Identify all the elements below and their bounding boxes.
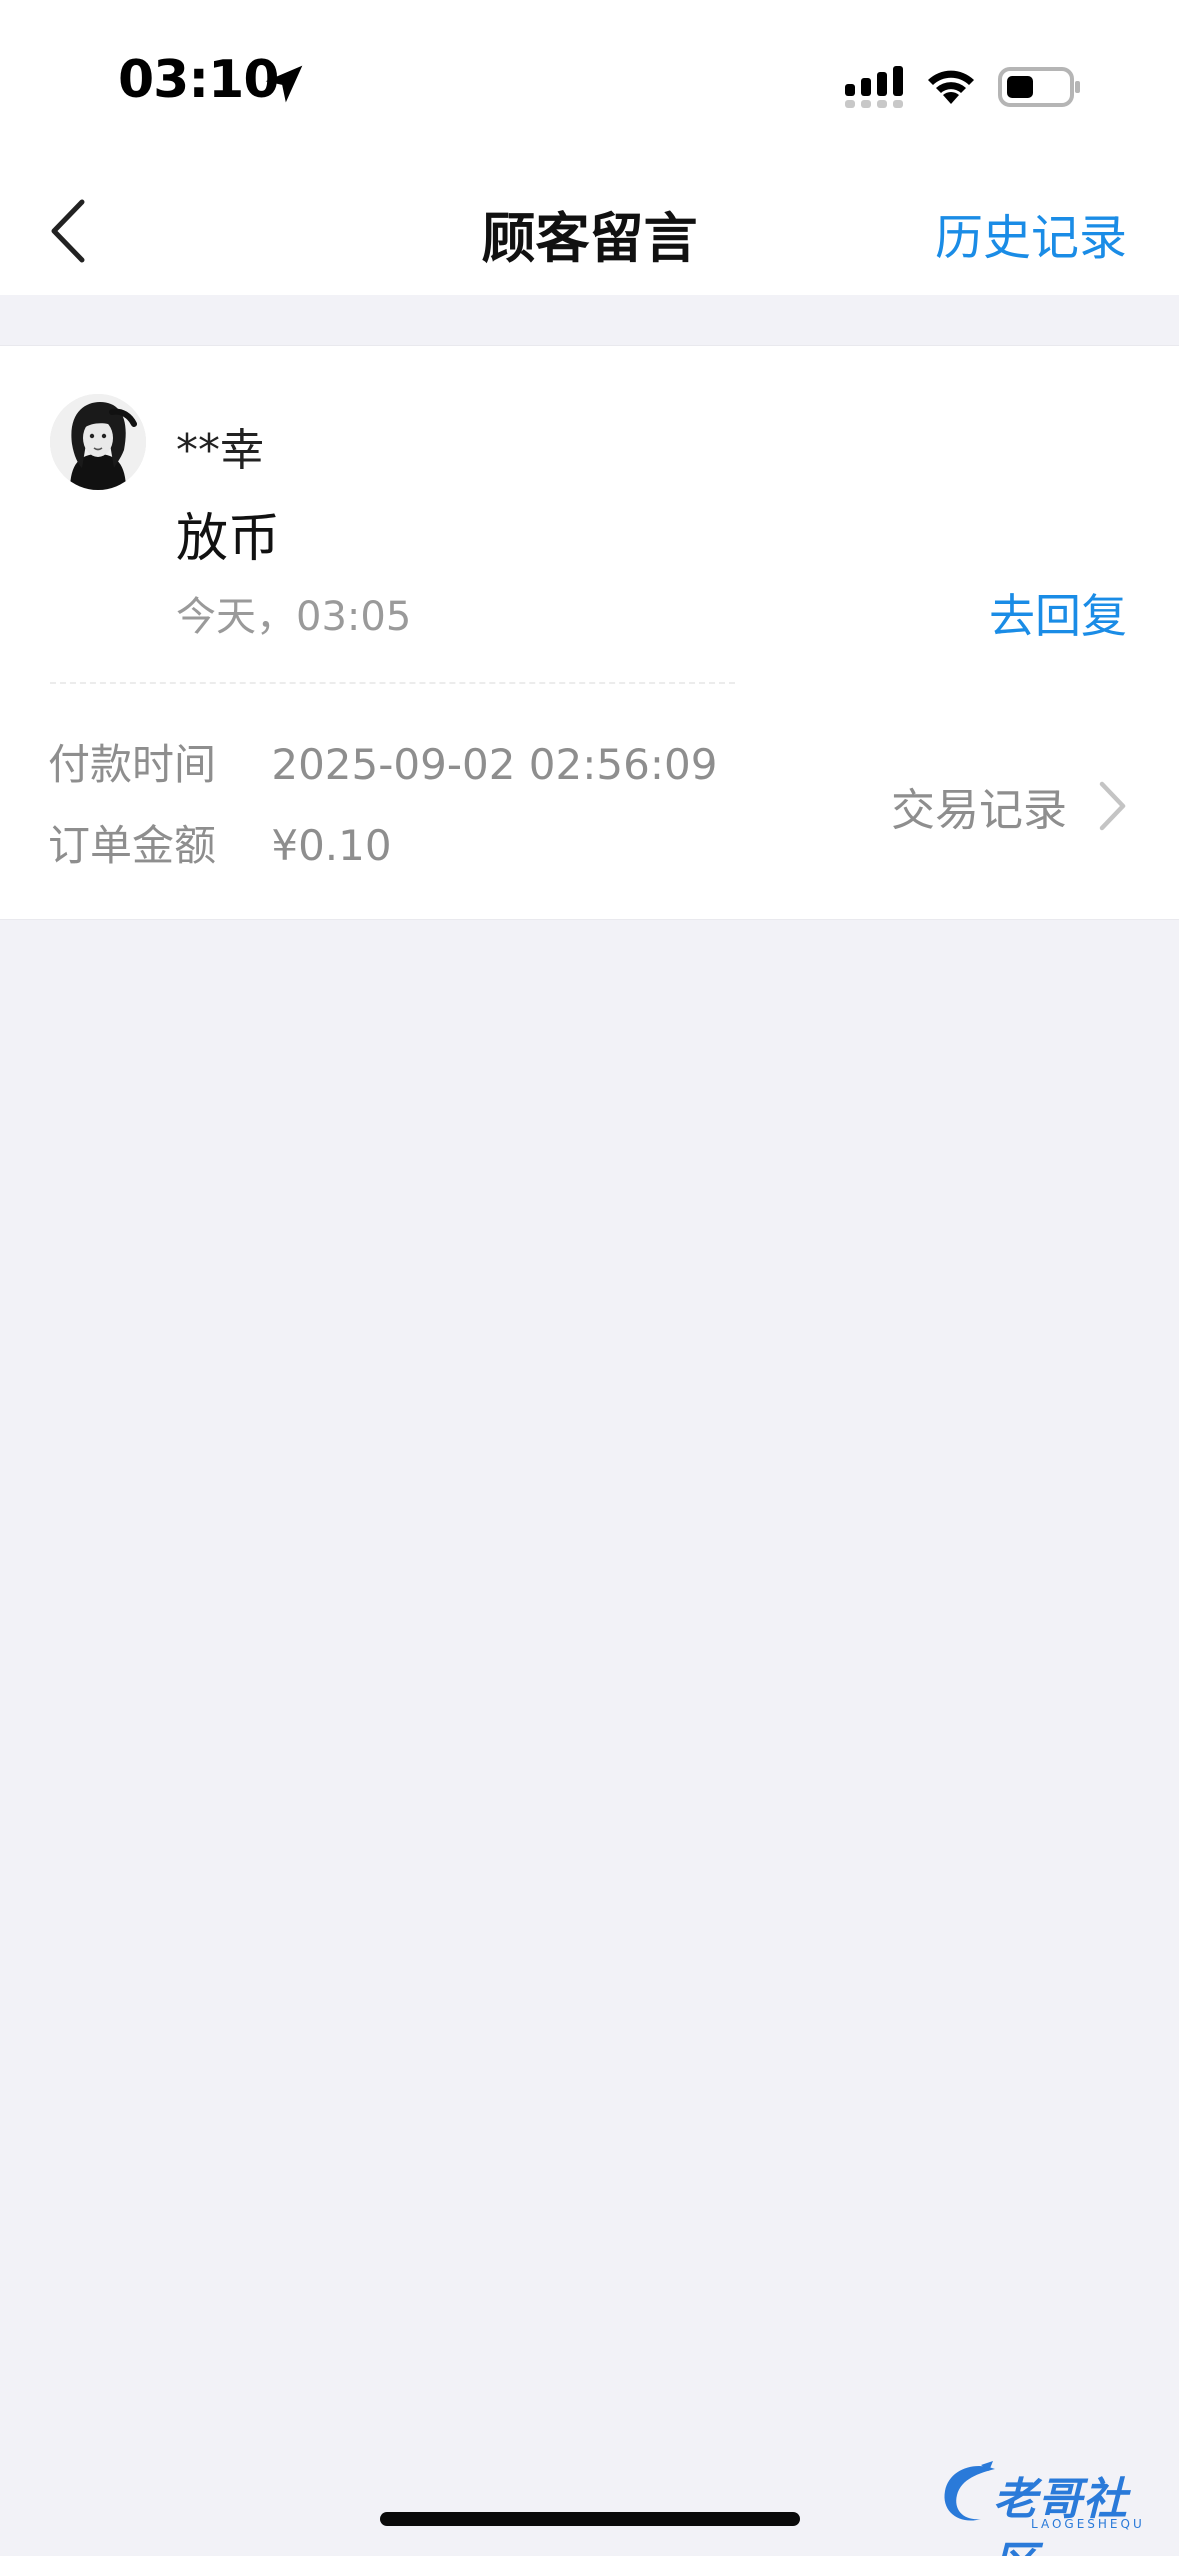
message-timestamp: 今天，03:05 bbox=[176, 594, 412, 640]
order-amount-value: ¥0.10 bbox=[271, 821, 392, 870]
status-time: 03:10 bbox=[118, 50, 280, 110]
status-bar: 03:10 bbox=[0, 0, 1179, 160]
order-amount-row: 订单金额 ¥0.10 bbox=[48, 812, 392, 873]
avatar-portrait-icon bbox=[50, 394, 146, 490]
battery-icon bbox=[998, 67, 1080, 107]
home-indicator[interactable] bbox=[380, 2512, 800, 2526]
customer-username: **幸 bbox=[176, 425, 264, 476]
avatar[interactable] bbox=[50, 394, 146, 490]
message-text: 放币 bbox=[176, 509, 281, 569]
screen: 03:10 顾客留言 历史记录 **幸 放币 今天，03:05 去回复 付款时间… bbox=[0, 0, 1179, 2556]
pay-time-label: 付款时间 bbox=[48, 740, 217, 789]
trade-records-label: 交易记录 bbox=[891, 785, 1067, 836]
dashed-divider bbox=[50, 682, 735, 684]
message-card: **幸 放币 今天，03:05 去回复 付款时间 2025-09-02 02:5… bbox=[0, 345, 1179, 920]
watermark-logo: 老哥社区 LAOGESHEQU bbox=[935, 2455, 1167, 2556]
order-amount-label: 订单金额 bbox=[48, 821, 217, 870]
nav-bar: 顾客留言 历史记录 bbox=[0, 160, 1179, 295]
cellular-signal-icon bbox=[845, 66, 903, 108]
history-records-link[interactable]: 历史记录 bbox=[935, 198, 1127, 268]
watermark-text: 老哥社区 bbox=[993, 2474, 1128, 2556]
trade-records-link[interactable]: 交易记录 bbox=[891, 776, 1127, 836]
wifi-icon bbox=[928, 70, 974, 104]
watermark-subtext: LAOGESHEQU bbox=[1031, 2517, 1145, 2531]
reply-button[interactable]: 去回复 bbox=[989, 580, 1127, 646]
chevron-right-icon bbox=[1099, 781, 1126, 831]
location-arrow-icon bbox=[265, 65, 303, 103]
pay-time-row: 付款时间 2025-09-02 02:56:09 bbox=[48, 731, 717, 792]
pay-time-value: 2025-09-02 02:56:09 bbox=[271, 740, 718, 789]
